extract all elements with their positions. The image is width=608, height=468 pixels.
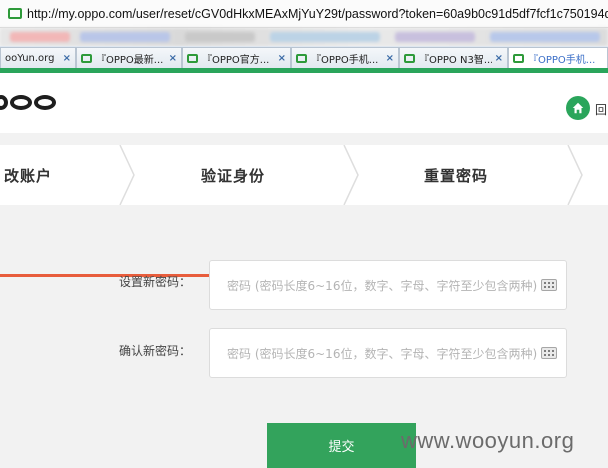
browser-tab[interactable]: 『OPPO手机... ×	[291, 47, 399, 68]
home-icon[interactable]	[566, 96, 590, 120]
submit-button[interactable]: 提交	[267, 423, 416, 468]
confirm-password-placeholder: 密码 (密码长度6~16位，数字、字母、字符至少包含两种)	[227, 346, 538, 361]
site-header: 回	[0, 73, 608, 133]
tab-close-icon[interactable]: ×	[169, 53, 177, 64]
step-divider	[567, 145, 583, 205]
tab-label: ooYun.org	[5, 52, 55, 64]
new-password-label: 设置新密码：	[119, 275, 192, 289]
home-link-text[interactable]: 回	[595, 101, 607, 118]
tab-strip: ooYun.org × 『OPPO最新... × 『OPPO官方... × 『O…	[0, 46, 608, 68]
tab-label: 『OPPO官方...	[202, 54, 270, 66]
page-content: 回 改账户 验证身份 重置密码 设置新密码： 密码 (密码长度6~16位，数字、…	[0, 73, 608, 468]
step-divider	[119, 145, 135, 205]
watermark-text: www.wooyun.org	[401, 428, 575, 453]
step-change-account: 改账户	[4, 167, 53, 185]
keyboard-icon[interactable]	[541, 347, 557, 359]
page-favicon-icon	[404, 53, 415, 63]
step-verify-identity: 验证身份	[201, 167, 266, 185]
browser-tab[interactable]: 『OPPO N3智... ×	[399, 47, 508, 68]
page-favicon-icon	[296, 53, 307, 63]
confirm-password-label: 确认新密码：	[119, 344, 192, 358]
bookmarks-bar	[0, 28, 608, 46]
tab-label: 『OPPO N3智...	[419, 54, 492, 66]
browser-tab[interactable]: ooYun.org ×	[0, 47, 76, 68]
page-favicon-icon	[187, 53, 198, 63]
oppo-logo[interactable]	[0, 95, 58, 110]
tab-close-icon[interactable]: ×	[495, 53, 503, 64]
address-bar[interactable]: http://my.oppo.com/user/reset/cGV0dHkxME…	[0, 0, 608, 28]
tab-label: 『OPPO最新...	[96, 54, 164, 66]
page-favicon-icon	[8, 8, 22, 19]
browser-tab[interactable]: 『OPPO官方... ×	[182, 47, 291, 68]
confirm-password-input[interactable]: 密码 (密码长度6~16位，数字、字母、字符至少包含两种)	[209, 328, 567, 378]
tab-close-icon[interactable]: ×	[278, 53, 286, 64]
tab-close-icon[interactable]: ×	[63, 53, 71, 64]
keyboard-icon[interactable]	[541, 279, 557, 291]
browser-tab-active[interactable]: 『OPPO手机...	[508, 47, 608, 68]
tab-label: 『OPPO手机...	[528, 54, 596, 66]
new-password-placeholder: 密码 (密码长度6~16位，数字、字母、字符至少包含两种)	[227, 278, 538, 293]
step-indicator: 改账户 验证身份 重置密码	[0, 145, 608, 277]
page-favicon-icon	[513, 53, 524, 63]
step-reset-password: 重置密码	[424, 167, 489, 185]
page-favicon-icon	[81, 53, 92, 63]
step-divider	[343, 145, 359, 205]
new-password-input[interactable]: 密码 (密码长度6~16位，数字、字母、字符至少包含两种)	[209, 260, 567, 310]
url-text[interactable]: http://my.oppo.com/user/reset/cGV0dHkxME…	[27, 7, 608, 21]
tab-close-icon[interactable]: ×	[386, 53, 394, 64]
tab-label: 『OPPO手机...	[311, 54, 379, 66]
browser-tab[interactable]: 『OPPO最新... ×	[76, 47, 182, 68]
